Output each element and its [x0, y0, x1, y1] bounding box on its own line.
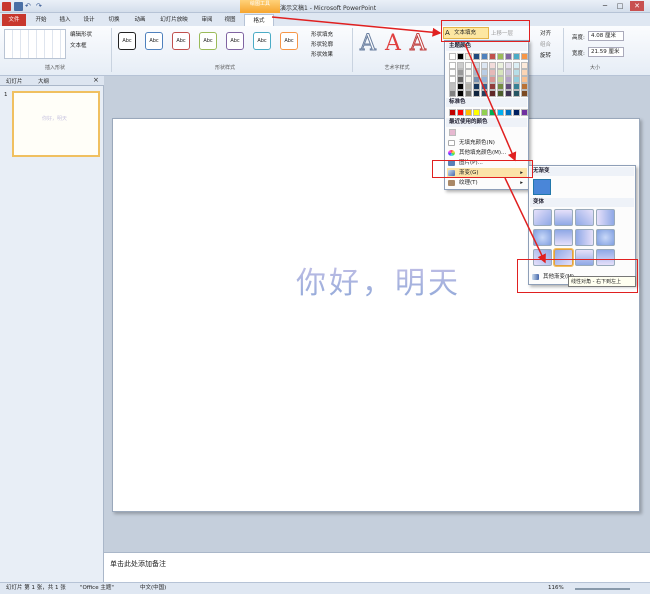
arrow-1 [271, 16, 442, 37]
annotation-arrows [271, 16, 546, 264]
arrow-3 [504, 177, 546, 264]
arrow-2 [464, 43, 517, 162]
